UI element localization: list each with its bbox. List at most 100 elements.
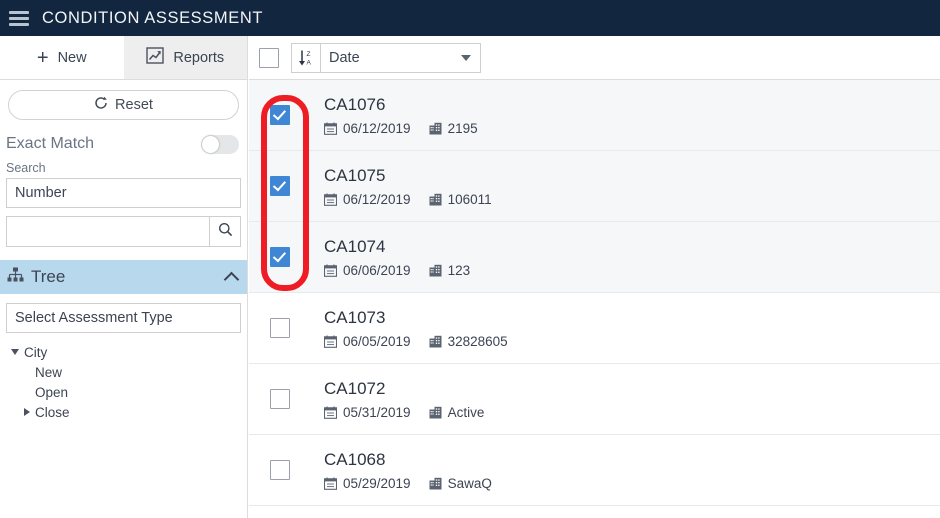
row-date-text: 05/31/2019 [343,404,411,420]
row-checkbox[interactable] [269,247,290,267]
building-icon [429,477,442,490]
row-meta: 06/12/2019 106011 [324,192,940,207]
table-row[interactable]: CA1068 05/29/2019 SawaQ [249,435,940,506]
row-checkbox-cell [249,389,310,409]
row-meta: 06/05/2019 32828605 [324,334,940,349]
row-asset: SawaQ [429,476,492,491]
row-title: CA1076 [324,94,386,114]
exact-match-row: Exact Match [0,124,247,158]
table-row[interactable]: CA1073 06/05/2019 32828605 [249,293,940,364]
row-content: CA1076 06/12/2019 2195 [310,95,940,136]
tab-reports[interactable]: Reports [123,36,247,79]
row-content: CA1074 06/06/2019 123 [310,237,940,278]
assessment-type-select[interactable]: Select Assessment Type [6,303,241,333]
tab-reports-label: Reports [173,49,225,66]
row-asset-text: 106011 [447,191,492,207]
sort-by-value: Date [329,49,360,66]
row-checkbox[interactable] [269,105,290,125]
row-asset-text: 2195 [447,120,478,136]
row-asset: 32828605 [429,334,508,349]
sidebar-tabs: + New Reports [0,36,247,80]
row-date: 06/12/2019 [324,121,411,136]
row-date: 05/29/2019 [324,476,411,491]
tab-new-label: New [57,49,87,66]
calendar-icon [324,335,337,348]
table-row[interactable]: CA1074 06/06/2019 123 [249,222,940,293]
calendar-icon [324,406,337,419]
row-meta: 06/12/2019 2195 [324,121,940,136]
row-meta: 06/06/2019 123 [324,263,940,278]
row-asset: 123 [429,262,471,278]
tree-node-close[interactable]: Close [11,402,241,422]
tree-node-label: Open [35,384,69,400]
row-title: CA1073 [324,307,386,327]
tree-node-city[interactable]: City [11,342,241,362]
search-button[interactable] [209,216,241,247]
reset-button[interactable]: Reset [8,90,239,120]
row-title: CA1072 [324,378,386,398]
row-checkbox[interactable] [269,460,290,480]
row-date: 06/05/2019 [324,334,411,349]
row-asset: 2195 [429,121,478,136]
list-panel: Z A Date CA1076 06/12/2019 2195 CA1075 0… [249,36,940,518]
exact-match-toggle[interactable] [201,134,239,154]
search-field-select[interactable]: Number [6,178,241,208]
sort-descending-za-icon[interactable]: Z A [291,42,321,73]
building-icon [429,122,442,135]
building-icon [429,335,442,348]
chevron-up-icon[interactable] [223,271,240,287]
table-row[interactable]: CA1075 06/12/2019 106011 [249,151,940,222]
tab-new[interactable]: + New [0,36,124,79]
row-date-text: 06/05/2019 [343,333,411,349]
row-checkbox[interactable] [269,389,290,409]
tree-panel-body: Select Assessment Type City New Open Clo… [0,294,247,422]
page-title: CONDITION ASSESSMENT [42,8,264,27]
select-all-checkbox[interactable] [259,47,279,68]
row-asset-text: 123 [447,262,471,278]
plus-icon: + [36,46,49,69]
search-input-row [0,208,247,247]
row-date: 05/31/2019 [324,405,411,420]
tree-panel-title: Tree [31,267,66,286]
row-asset: Active [429,404,485,420]
row-asset-text: Active [447,404,485,420]
search-field-select-value: Number [15,185,67,201]
table-row[interactable]: CA1076 06/12/2019 2195 [249,80,940,151]
row-checkbox-cell [249,105,310,125]
app-root: CONDITION ASSESSMENT + New Reports Reset… [0,0,940,518]
calendar-icon [324,193,337,206]
assessment-type-select-value: Select Assessment Type [15,310,173,326]
row-checkbox[interactable] [269,176,290,196]
sitemap-icon [7,267,24,287]
row-date-text: 06/06/2019 [343,262,411,278]
search-input[interactable] [6,216,209,247]
row-content: CA1073 06/05/2019 32828605 [310,308,940,349]
table-row[interactable]: CA1072 05/31/2019 Active [249,364,940,435]
calendar-icon [324,264,337,277]
chart-icon [146,47,165,68]
caret-down-icon[interactable] [11,349,19,355]
hamburger-icon[interactable] [9,10,29,26]
magnifier-icon [218,222,233,242]
sort-by-select[interactable]: Date [321,42,481,73]
tree-panel-header[interactable]: Tree [0,260,247,294]
building-icon [429,193,442,206]
row-checkbox[interactable] [269,318,290,338]
reset-button-container: Reset [0,80,247,124]
caret-right-icon[interactable] [24,408,30,416]
row-date-text: 06/12/2019 [343,191,411,207]
row-date: 06/06/2019 [324,263,411,278]
tree-node-label: New [35,364,63,380]
chevron-down-icon [461,54,471,61]
app-header: CONDITION ASSESSMENT [0,0,940,36]
assessment-list: CA1076 06/12/2019 2195 CA1075 06/12/2019… [249,80,940,518]
tree-node-open[interactable]: Open [11,382,241,402]
row-title: CA1068 [324,449,386,469]
tree-node-label: City [24,344,48,360]
row-content: CA1068 05/29/2019 SawaQ [310,450,940,491]
reset-button-label: Reset [115,97,153,113]
tree-node-label: Close [35,404,70,420]
row-title: CA1075 [324,165,386,185]
tree-node-new[interactable]: New [11,362,241,382]
left-sidebar: + New Reports Reset Exact Match Search N… [0,36,248,518]
